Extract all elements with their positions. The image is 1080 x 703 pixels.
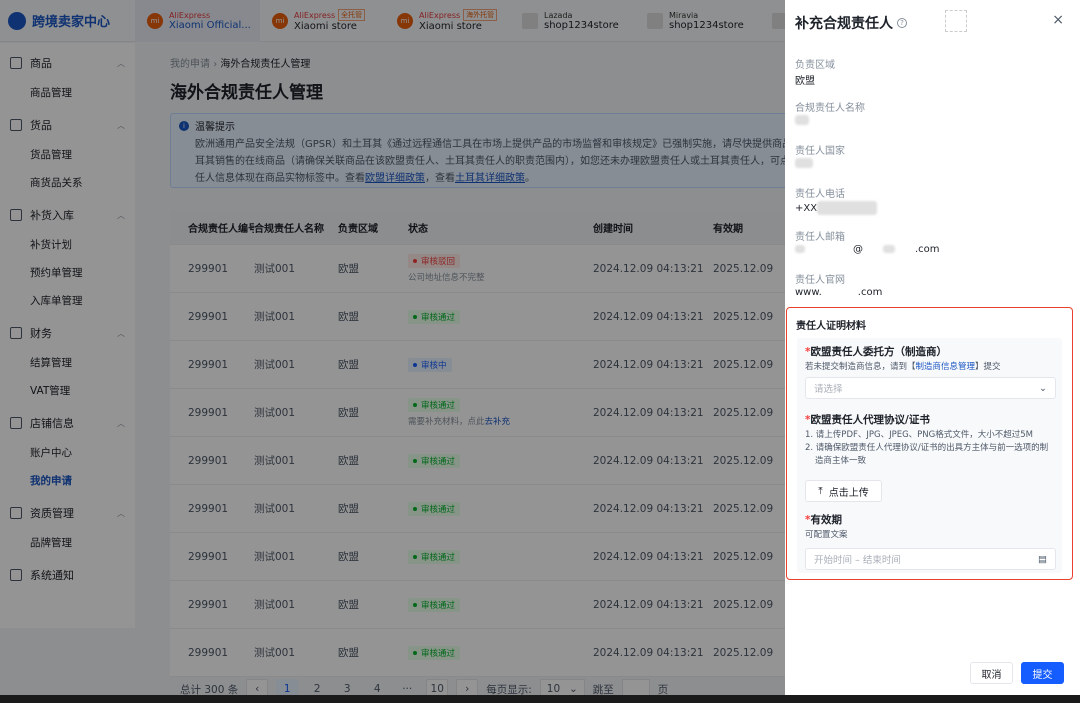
field-label: 责任人官网 — [795, 275, 845, 286]
help-icon[interactable]: ? — [897, 18, 907, 28]
field-label: 负责区域 — [795, 60, 835, 71]
placeholder-frame — [945, 10, 967, 32]
field-label: 责任人邮箱 — [795, 232, 845, 243]
cancel-button[interactable]: 取消 — [970, 662, 1013, 684]
manufacturer-info-link[interactable]: 制造商信息管理 — [916, 362, 976, 372]
field-label: 合规责任人名称 — [795, 103, 865, 114]
proof-materials-section: 责任人证明材料 *欧盟责任人委托方（制造商） 若未提交制造商信息，请到【制造商信… — [786, 307, 1073, 580]
field-value: +XX — [795, 201, 878, 215]
upload-icon: ⤒ — [818, 485, 823, 497]
close-icon[interactable]: × — [1052, 12, 1064, 28]
principal-select[interactable]: 请选择 ⌄ — [805, 377, 1056, 399]
field-value — [795, 158, 813, 169]
field-value: www. .com — [795, 287, 883, 298]
field-label: 责任人电话 — [795, 189, 845, 200]
field-value: @ .com — [795, 244, 940, 255]
submit-button[interactable]: 提交 — [1021, 662, 1064, 684]
calendar-icon: ▤ — [1038, 553, 1047, 565]
bottom-bar — [0, 695, 1080, 703]
field-label: 责任人国家 — [795, 146, 845, 157]
field-value — [795, 115, 809, 126]
validity-date-range[interactable]: 开始时间 – 结束时间 ▤ — [805, 548, 1056, 570]
modal-overlay[interactable] — [0, 0, 785, 695]
field-value: 欧盟 — [795, 76, 815, 87]
chevron-down-icon: ⌄ — [1039, 382, 1047, 394]
drawer-title: 补充合规责任人? — [795, 13, 907, 33]
upload-button[interactable]: ⤒ 点击上传 — [805, 480, 882, 502]
